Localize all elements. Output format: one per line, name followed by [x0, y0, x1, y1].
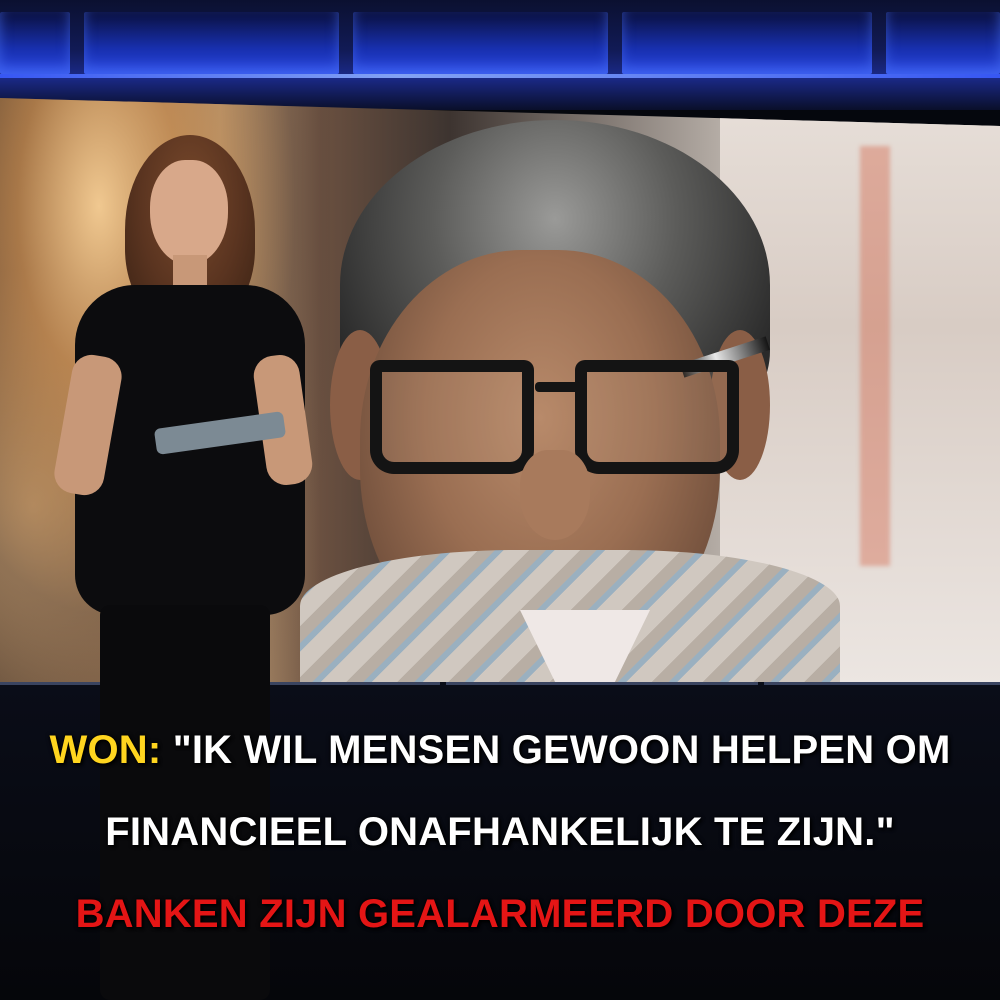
news-broadcast-frame: WON: "IK WIL MENSEN GEWOON HELPEN OM FIN…: [0, 0, 1000, 1000]
studio-ceiling: [0, 0, 1000, 110]
ceiling-light-panel: [84, 12, 339, 74]
background-pillar: [860, 146, 890, 566]
glasses-bridge: [535, 382, 581, 392]
caption-quote-line-1: WON: "IK WIL MENSEN GEWOON HELPEN OM: [0, 728, 1000, 773]
caption-quote-start: "IK WIL MENSEN GEWOON HELPEN OM: [172, 728, 951, 772]
presenter-face: [150, 160, 228, 265]
glasses-lens-left: [370, 360, 534, 474]
caption-headline: BANKEN ZIJN GEALARMEERD DOOR DEZE: [75, 892, 925, 936]
interviewee-nose: [520, 450, 590, 540]
ceiling-light-panel: [886, 12, 1000, 74]
ceiling-light-strip: [0, 74, 1000, 78]
caption-speaker: WON:: [49, 728, 162, 772]
ceiling-light-panel: [0, 12, 70, 74]
caption-overlay: WON: "IK WIL MENSEN GEWOON HELPEN OM FIN…: [0, 700, 1000, 960]
ceiling-light-panel: [353, 12, 608, 74]
ceiling-light-panel: [622, 12, 872, 74]
interviewee-portrait: [300, 120, 840, 690]
floor-edge: [446, 682, 758, 685]
floor-edge: [764, 682, 1000, 685]
glasses-lens-right: [575, 360, 739, 474]
caption-quote-line-2: FINANCIEEL ONAFHANKELIJK TE ZIJN.": [105, 810, 895, 854]
